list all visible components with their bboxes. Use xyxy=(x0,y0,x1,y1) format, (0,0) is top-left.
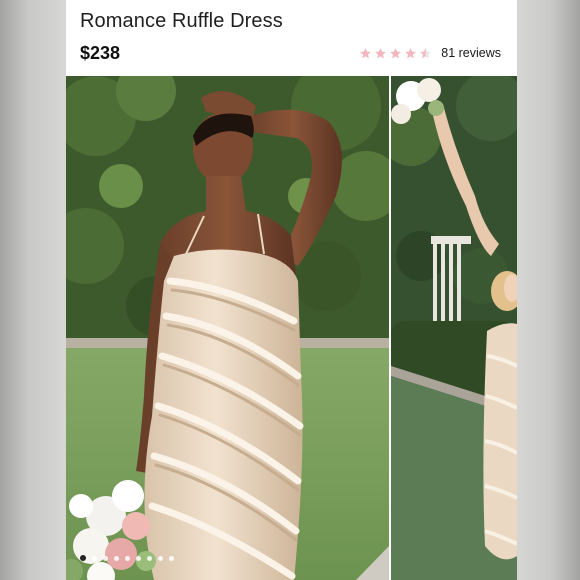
pagination-dot[interactable] xyxy=(169,555,174,561)
star-icon xyxy=(404,47,417,60)
product-photo-main[interactable] xyxy=(66,76,389,580)
pagination-dot[interactable] xyxy=(103,555,108,561)
pagination-dot[interactable] xyxy=(158,555,163,561)
pagination-dot[interactable] xyxy=(114,555,119,561)
pagination-dot[interactable] xyxy=(147,555,152,561)
star-icon xyxy=(359,47,372,60)
rating[interactable]: 81 reviews xyxy=(359,46,501,60)
image-gallery[interactable] xyxy=(66,76,517,580)
product-title: Romance Ruffle Dress xyxy=(80,10,283,32)
pagination-dot[interactable] xyxy=(125,555,130,561)
pagination-dot[interactable] xyxy=(136,555,141,561)
photo-model-ruffle-dress-front xyxy=(66,76,389,580)
pagination-dot[interactable] xyxy=(92,555,97,561)
product-card: Romance Ruffle Dress $238 81 reviews xyxy=(66,0,517,580)
product-price: $238 xyxy=(80,43,121,63)
product-photo-secondary[interactable] xyxy=(391,76,517,580)
pagination-dot-active[interactable] xyxy=(80,555,86,561)
star-icon xyxy=(374,47,387,60)
product-header: Romance Ruffle Dress $238 81 reviews xyxy=(66,0,517,76)
star-icon xyxy=(389,47,402,60)
reviews-link[interactable]: 81 reviews xyxy=(441,46,501,60)
gallery-pagination[interactable] xyxy=(80,555,174,561)
star-icon xyxy=(419,47,432,60)
photo-model-holding-bouquet xyxy=(391,76,517,580)
star-rating xyxy=(359,47,432,60)
